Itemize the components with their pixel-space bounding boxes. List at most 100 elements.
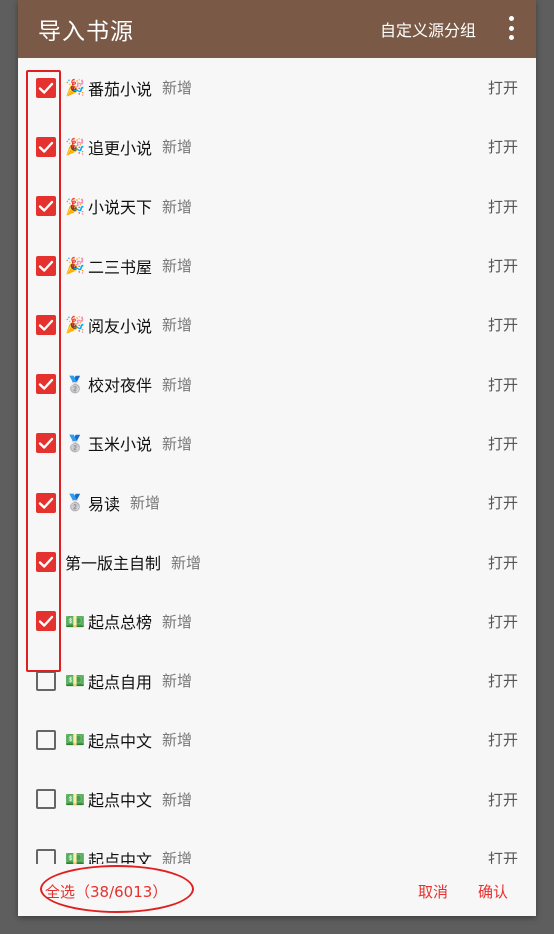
- source-status-tag: 新增: [162, 850, 193, 864]
- import-book-source-dialog: 导入书源 自定义源分组 🎉 番茄小说 新增 打开 🎉 追更小说 新增 打开 🎉 …: [18, 0, 536, 916]
- source-label: 第一版主自制 新增: [65, 550, 201, 574]
- open-button[interactable]: 打开: [488, 136, 518, 157]
- source-name: 阅友小说: [88, 316, 153, 336]
- cancel-button[interactable]: 取消: [418, 881, 448, 902]
- checkbox[interactable]: [36, 729, 56, 750]
- confirm-button[interactable]: 确认: [478, 881, 508, 902]
- source-label: 🎉 小说天下 新增: [65, 194, 192, 218]
- source-status-tag: 新增: [162, 257, 193, 276]
- checkbox[interactable]: [36, 789, 56, 810]
- source-emoji-icon: 💵: [65, 789, 85, 809]
- source-status-tag: 新增: [162, 434, 193, 453]
- checkbox[interactable]: [36, 255, 56, 276]
- checkbox[interactable]: [36, 433, 56, 454]
- source-name: 小说天下: [88, 198, 153, 218]
- source-row: 💵 起点中文 新增 打开: [18, 710, 536, 769]
- source-name: 第一版主自制: [65, 554, 162, 574]
- source-row: 第一版主自制 新增 打开: [18, 532, 536, 591]
- source-row: 💵 起点中文 新增 打开: [18, 829, 536, 864]
- source-label: 🎉 阅友小说 新增: [65, 313, 192, 337]
- source-emoji-icon: 💵: [65, 611, 85, 631]
- source-label: 🎉 二三书屋 新增: [65, 254, 192, 278]
- source-name: 易读: [88, 494, 121, 514]
- open-button[interactable]: 打开: [488, 492, 518, 513]
- source-status-tag: 新增: [162, 672, 193, 691]
- source-emoji-icon: 🎉: [65, 137, 85, 157]
- source-status-tag: 新增: [162, 79, 193, 98]
- dialog-title: 导入书源: [38, 19, 134, 45]
- source-status-tag: 新增: [162, 316, 193, 335]
- source-label: 🎉 追更小说 新增: [65, 135, 192, 159]
- checkbox[interactable]: [36, 196, 56, 217]
- source-row: 💵 起点自用 新增 打开: [18, 651, 536, 710]
- source-emoji-icon: 🥈: [65, 374, 85, 394]
- source-status-tag: 新增: [162, 790, 193, 809]
- source-status-tag: 新增: [162, 138, 193, 157]
- source-emoji-icon: 🥈: [65, 433, 85, 453]
- checkbox[interactable]: [36, 670, 56, 691]
- check-icon: [38, 141, 54, 153]
- open-button[interactable]: 打开: [488, 374, 518, 395]
- source-name: 起点中文: [88, 791, 153, 811]
- source-name: 起点总榜: [88, 613, 153, 633]
- open-button[interactable]: 打开: [488, 789, 518, 810]
- source-row: 🎉 番茄小说 新增 打开: [18, 58, 536, 117]
- check-icon: [38, 378, 54, 390]
- checkbox[interactable]: [36, 136, 56, 157]
- open-button[interactable]: 打开: [488, 314, 518, 335]
- source-row: 🥈 易读 新增 打开: [18, 473, 536, 532]
- source-status-tag: 新增: [162, 197, 193, 216]
- source-label: 🎉 番茄小说 新增: [65, 76, 192, 100]
- open-button[interactable]: 打开: [488, 196, 518, 217]
- check-icon: [38, 556, 54, 568]
- checkbox[interactable]: [36, 552, 56, 573]
- source-name: 起点中文: [88, 850, 153, 865]
- checkbox[interactable]: [36, 314, 56, 335]
- source-row: 🎉 阅友小说 新增 打开: [18, 295, 536, 354]
- source-name: 起点中文: [88, 731, 153, 751]
- source-emoji-icon: 🎉: [65, 196, 85, 216]
- check-icon: [38, 82, 54, 94]
- open-button[interactable]: 打开: [488, 77, 518, 98]
- open-button[interactable]: 打开: [488, 255, 518, 276]
- checkbox[interactable]: [36, 848, 56, 864]
- select-all-button[interactable]: 全选（38/6013）: [45, 881, 167, 902]
- open-button[interactable]: 打开: [488, 552, 518, 573]
- dialog-footer: 全选（38/6013） 取消 确认: [18, 864, 536, 916]
- open-button[interactable]: 打开: [488, 848, 518, 864]
- open-button[interactable]: 打开: [488, 433, 518, 454]
- checkbox[interactable]: [36, 374, 56, 395]
- source-row: 🎉 追更小说 新增 打开: [18, 117, 536, 176]
- more-vert-icon[interactable]: [508, 16, 514, 40]
- source-status-tag: 新增: [130, 494, 161, 513]
- source-emoji-icon: 💵: [65, 671, 85, 691]
- source-emoji-icon: 🎉: [65, 78, 85, 98]
- checkbox[interactable]: [36, 77, 56, 98]
- open-button[interactable]: 打开: [488, 670, 518, 691]
- source-label: 💵 起点中文 新增: [65, 787, 192, 811]
- source-row: 🎉 二三书屋 新增 打开: [18, 236, 536, 295]
- source-name: 番茄小说: [88, 79, 153, 99]
- custom-source-group-button[interactable]: 自定义源分组: [380, 17, 476, 41]
- source-label: 🥈 校对夜伴 新增: [65, 372, 192, 396]
- checkbox[interactable]: [36, 492, 56, 513]
- source-list[interactable]: 🎉 番茄小说 新增 打开 🎉 追更小说 新增 打开 🎉 小说天下 新增 打开 🎉…: [18, 58, 536, 864]
- open-button[interactable]: 打开: [488, 729, 518, 750]
- checkbox[interactable]: [36, 611, 56, 632]
- check-icon: [38, 497, 54, 509]
- check-icon: [38, 438, 54, 450]
- check-icon: [38, 201, 54, 212]
- source-label: 🥈 易读 新增: [65, 491, 160, 515]
- source-row: 💵 起点中文 新增 打开: [18, 770, 536, 829]
- open-button[interactable]: 打开: [488, 611, 518, 632]
- source-row: 🎉 小说天下 新增 打开: [18, 177, 536, 236]
- source-emoji-icon: 💵: [65, 730, 85, 750]
- source-emoji-icon: 🎉: [65, 315, 85, 335]
- source-status-tag: 新增: [162, 731, 193, 750]
- source-status-tag: 新增: [171, 553, 202, 572]
- source-emoji-icon: 🥈: [65, 493, 85, 513]
- source-name: 二三书屋: [88, 257, 153, 277]
- source-row: 💵 起点总榜 新增 打开: [18, 592, 536, 651]
- source-status-tag: 新增: [162, 375, 193, 394]
- source-emoji-icon: 🎉: [65, 256, 85, 276]
